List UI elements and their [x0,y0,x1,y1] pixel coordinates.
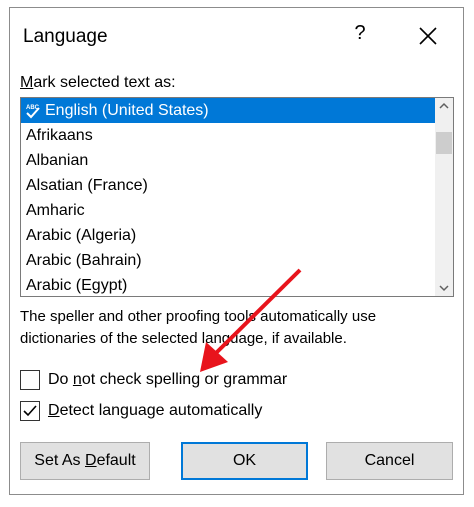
language-list: ABC English (United States) Afrikaans Al… [21,98,435,296]
list-scrollbar[interactable] [435,98,453,296]
scroll-down-icon[interactable] [435,279,453,296]
mark-selected-label: Mark selected text as: [20,74,176,91]
list-item-selected[interactable]: ABC English (United States) [21,98,435,123]
no-check-spelling-option[interactable]: Do not check spelling or grammar [20,370,320,392]
scrollbar-thumb[interactable] [436,132,452,154]
language-listbox[interactable]: ABC English (United States) Afrikaans Al… [20,97,454,297]
list-item[interactable]: Arabic (Algeria) [21,223,435,248]
proofing-info-text: The speller and other proofing tools aut… [20,308,377,347]
ok-button[interactable]: OK [181,442,308,480]
list-item[interactable]: Albanian [21,148,435,173]
spellcheck-abc-icon: ABC [25,102,41,119]
set-as-default-button[interactable]: Set As Default [20,442,150,480]
detect-language-checkbox[interactable] [20,401,40,421]
title-bar: Language ? [10,8,463,64]
cancel-button[interactable]: Cancel [326,442,453,480]
help-button[interactable]: ? [348,22,372,50]
list-item[interactable]: Amharic [21,198,435,223]
list-item[interactable]: Alsatian (France) [21,173,435,198]
detect-language-label: Detect language automatically [48,402,263,419]
list-item[interactable]: Arabic (Egypt) [21,273,435,296]
list-item[interactable]: Arabic (Bahrain) [21,248,435,273]
dialog-title: Language [23,26,108,47]
language-dialog: Language ? Mark selected text as: ABC En… [9,7,464,495]
checkmark-icon [23,405,37,417]
scroll-up-icon[interactable] [435,98,453,115]
no-check-spelling-checkbox[interactable] [20,370,40,390]
list-item[interactable]: Afrikaans [21,123,435,148]
no-check-spelling-label: Do not check spelling or grammar [48,371,288,388]
close-icon[interactable] [416,24,440,48]
detect-language-option[interactable]: Detect language automatically [20,401,300,423]
